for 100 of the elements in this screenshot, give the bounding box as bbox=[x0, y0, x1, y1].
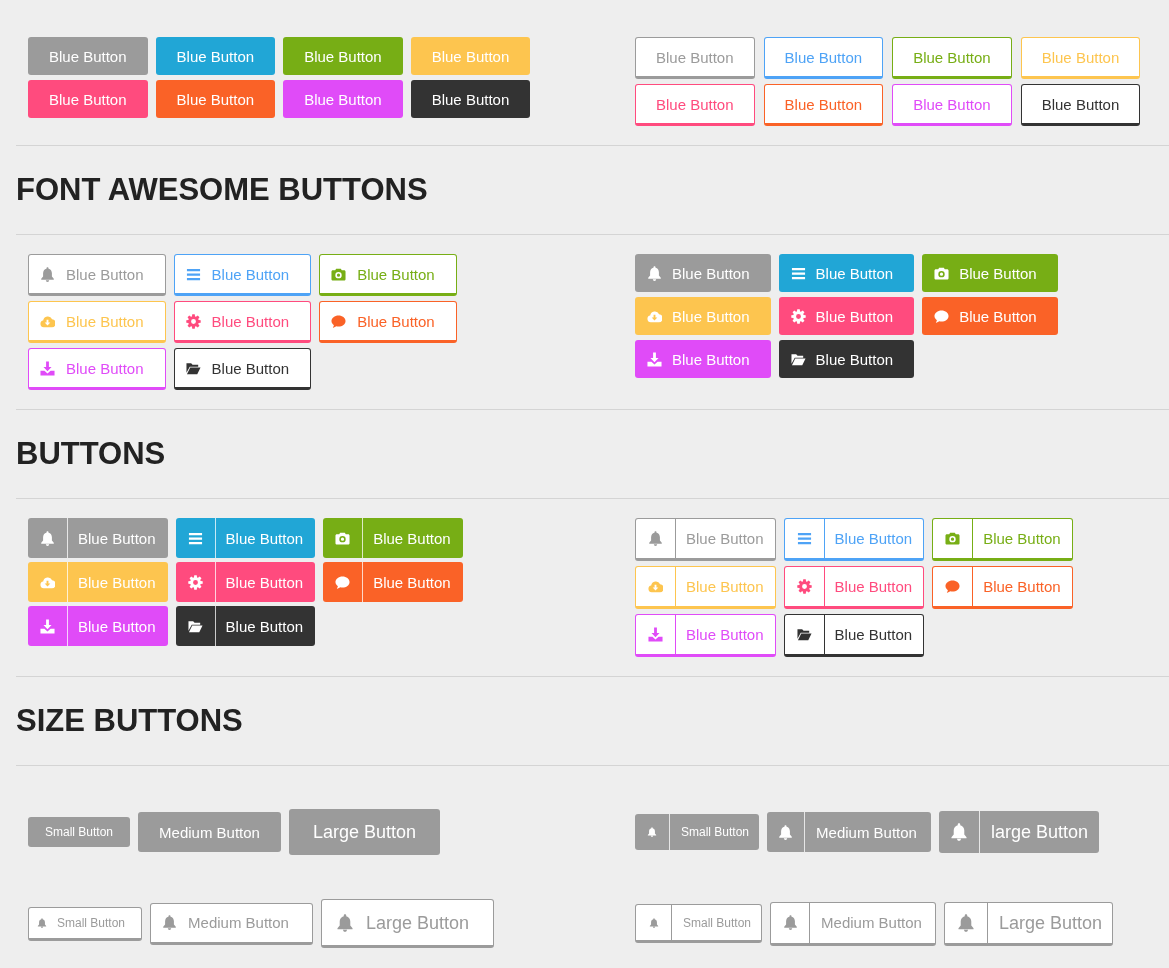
text-button[interactable]: Blue Button bbox=[283, 80, 403, 118]
speech-bubble-icon bbox=[934, 308, 950, 324]
split-button[interactable]: Blue Button bbox=[175, 562, 316, 602]
text-button[interactable]: Blue Button bbox=[28, 80, 148, 118]
folder-icon bbox=[790, 351, 806, 367]
icon-button[interactable]: Blue Button bbox=[635, 340, 771, 378]
folder-icon bbox=[185, 360, 201, 376]
download-icon bbox=[40, 360, 55, 376]
text-button[interactable]: Blue Button bbox=[635, 37, 755, 79]
text-button[interactable]: Blue Button bbox=[283, 37, 403, 75]
camera-icon bbox=[945, 531, 961, 546]
split-button[interactable]: Medium Button bbox=[770, 901, 936, 946]
icon-button[interactable]: Blue Button bbox=[173, 301, 312, 343]
bell-icon bbox=[648, 917, 659, 928]
split-button[interactable]: Blue Button bbox=[28, 562, 168, 602]
download-icon bbox=[647, 351, 662, 367]
text-button[interactable]: Medium Button bbox=[138, 812, 281, 852]
icon-button[interactable]: Blue Button bbox=[28, 254, 166, 296]
split-button[interactable]: Large Button bbox=[943, 901, 1113, 946]
text-button[interactable]: Blue Button bbox=[410, 80, 531, 118]
download-icon bbox=[40, 618, 55, 634]
camera-icon bbox=[331, 266, 347, 282]
folder-icon bbox=[187, 618, 203, 634]
bell-icon bbox=[647, 265, 662, 281]
icon-button[interactable]: Blue Button bbox=[922, 254, 1058, 292]
speech-bubble-icon bbox=[331, 313, 347, 329]
split-button[interactable]: Blue Button bbox=[323, 518, 463, 558]
text-button[interactable]: Blue Button bbox=[763, 37, 884, 79]
camera-icon bbox=[934, 265, 950, 281]
text-button[interactable]: Blue Button bbox=[763, 84, 884, 126]
split-button[interactable]: Blue Button bbox=[932, 518, 1073, 561]
bell-icon bbox=[956, 913, 975, 932]
split-button[interactable]: Blue Button bbox=[175, 518, 316, 558]
text-button[interactable]: Blue Button bbox=[1020, 84, 1141, 126]
bell-icon bbox=[648, 531, 663, 546]
bell-icon bbox=[778, 824, 794, 840]
split-button[interactable]: Blue Button bbox=[783, 518, 925, 561]
text-button[interactable]: Blue Button bbox=[892, 84, 1012, 126]
section-heading: SIZE BUTTONS bbox=[15, 702, 244, 740]
split-button[interactable]: Medium Button bbox=[767, 812, 931, 852]
split-button[interactable]: Small Button bbox=[635, 814, 760, 850]
icon-button[interactable]: Blue Button bbox=[635, 254, 771, 292]
split-button[interactable]: Blue Button bbox=[635, 518, 776, 561]
split-button[interactable]: Blue Button bbox=[175, 606, 316, 646]
split-button[interactable]: Blue Button bbox=[783, 566, 925, 609]
icon-button[interactable]: Blue Button bbox=[173, 254, 312, 296]
split-button[interactable]: Blue Button bbox=[28, 518, 168, 558]
text-button[interactable]: Blue Button bbox=[155, 37, 276, 75]
text-button[interactable]: Blue Button bbox=[1020, 37, 1141, 79]
text-button[interactable]: Small Button bbox=[28, 817, 131, 847]
bell-icon bbox=[335, 913, 354, 932]
icon-button[interactable]: Blue Button bbox=[778, 340, 915, 378]
icon-button[interactable]: Blue Button bbox=[319, 301, 457, 343]
split-button[interactable]: Blue Button bbox=[783, 614, 925, 657]
gear-icon bbox=[796, 579, 812, 594]
icon-button[interactable]: Blue Button bbox=[319, 254, 457, 296]
split-button[interactable]: Small Button bbox=[635, 904, 763, 943]
section-heading: FONT AWESOME BUTTONS bbox=[15, 171, 429, 209]
bell-icon bbox=[37, 917, 47, 928]
menu-icon bbox=[790, 265, 806, 281]
icon-button[interactable]: Large Button bbox=[320, 899, 494, 948]
icon-button[interactable]: Blue Button bbox=[635, 297, 771, 335]
icon-button[interactable]: Blue Button bbox=[28, 348, 166, 390]
bell-icon bbox=[40, 266, 55, 282]
menu-icon bbox=[185, 266, 201, 282]
icon-button[interactable]: Small Button bbox=[28, 906, 143, 941]
text-button[interactable]: Blue Button bbox=[635, 84, 755, 126]
gear-icon bbox=[187, 574, 203, 590]
split-button[interactable]: Blue Button bbox=[28, 606, 168, 646]
gear-icon bbox=[790, 308, 806, 324]
bell-icon bbox=[162, 915, 178, 930]
icon-button[interactable]: Blue Button bbox=[173, 348, 312, 390]
icon-button[interactable]: Blue Button bbox=[778, 254, 915, 292]
text-button[interactable]: Blue Button bbox=[410, 37, 531, 75]
text-button[interactable]: Blue Button bbox=[28, 37, 148, 75]
folder-icon bbox=[796, 627, 812, 642]
camera-icon bbox=[335, 530, 351, 546]
icon-button[interactable]: Blue Button bbox=[778, 297, 915, 335]
bell-icon bbox=[40, 530, 55, 546]
menu-icon bbox=[796, 531, 812, 546]
bell-icon bbox=[647, 827, 657, 837]
split-button[interactable]: Blue Button bbox=[932, 566, 1073, 609]
split-button[interactable]: Blue Button bbox=[323, 562, 463, 602]
split-button[interactable]: large Button bbox=[938, 811, 1099, 853]
split-button[interactable]: Blue Button bbox=[635, 566, 776, 609]
bell-icon bbox=[949, 823, 968, 841]
download-icon bbox=[648, 627, 663, 642]
gear-icon bbox=[185, 313, 201, 329]
icon-button[interactable]: Blue Button bbox=[922, 297, 1058, 335]
text-button[interactable]: Large Button bbox=[288, 809, 440, 855]
text-button[interactable]: Blue Button bbox=[892, 37, 1012, 79]
icon-button[interactable]: Medium Button bbox=[150, 902, 313, 945]
cloud-download-icon bbox=[648, 579, 663, 594]
icon-button[interactable]: Blue Button bbox=[28, 301, 166, 343]
menu-icon bbox=[187, 530, 203, 546]
bell-icon bbox=[782, 915, 798, 930]
section-heading: BUTTONS bbox=[15, 435, 167, 473]
text-button[interactable]: Blue Button bbox=[155, 80, 276, 118]
speech-bubble-icon bbox=[945, 579, 961, 594]
split-button[interactable]: Blue Button bbox=[635, 614, 776, 657]
